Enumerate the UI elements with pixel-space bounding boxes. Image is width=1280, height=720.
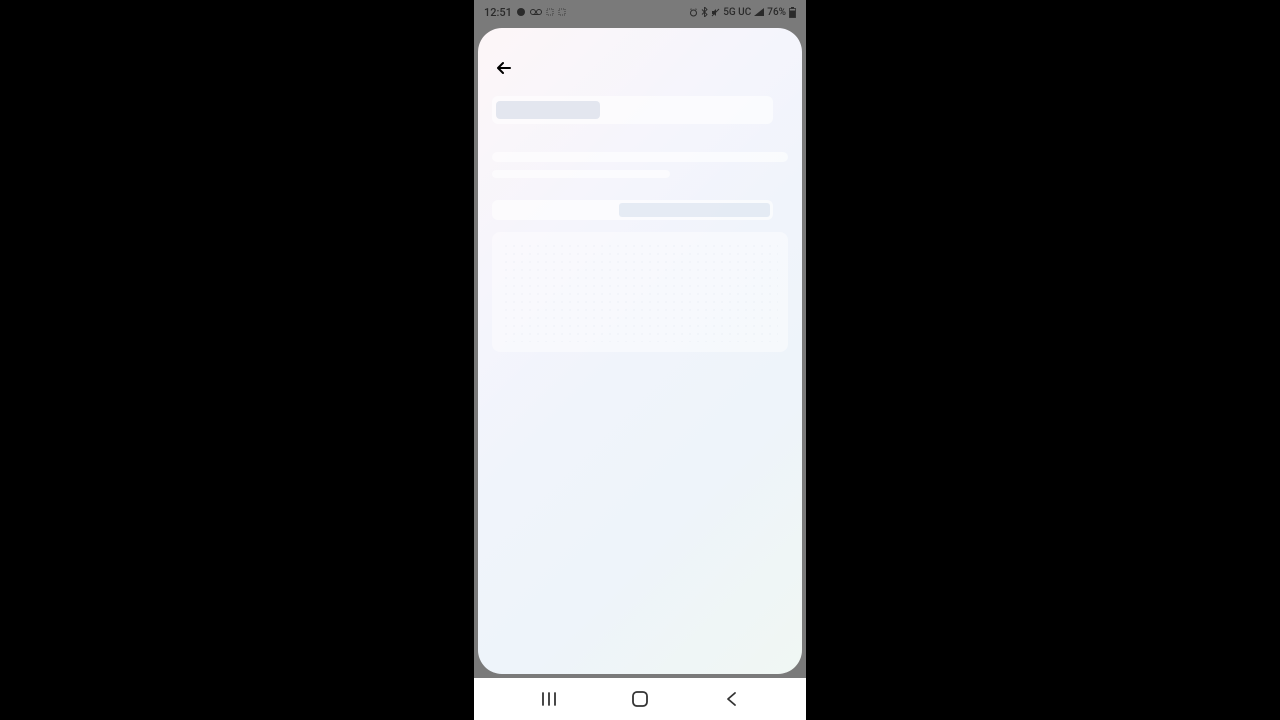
back-button[interactable] [492, 56, 516, 80]
skeleton-header-row [492, 96, 773, 124]
home-button[interactable] [610, 684, 670, 714]
phone-frame: 12:51 5G UC [474, 0, 806, 720]
status-right: 5G UC 76% [689, 7, 796, 18]
voicemail-icon [530, 8, 542, 16]
app-card [478, 28, 802, 674]
bluetooth-icon [701, 7, 708, 17]
mute-icon [711, 8, 720, 17]
app-screen [474, 24, 806, 678]
back-arrow-icon [494, 58, 514, 78]
battery-percent: 76% [767, 7, 786, 18]
skeleton-header-segment [496, 101, 600, 119]
loading-content [478, 88, 802, 360]
signal-icon [754, 8, 764, 16]
app-notification-icon-1 [546, 8, 554, 16]
app-header [478, 28, 802, 88]
clock-time: 12:51 [484, 6, 512, 19]
navigation-bar [474, 678, 806, 720]
app-notification-icon-2 [558, 8, 566, 16]
status-left: 12:51 [484, 6, 566, 19]
status-bar: 12:51 5G UC [474, 0, 806, 24]
skeleton-line-2 [492, 170, 670, 178]
home-icon [631, 690, 649, 708]
network-type: 5G UC [723, 7, 751, 18]
skeleton-button-row [492, 200, 773, 220]
recents-button[interactable] [519, 684, 579, 714]
skeleton-line-1 [492, 152, 788, 162]
alarm-icon [689, 8, 698, 17]
notification-icon [516, 7, 526, 17]
nav-back-button[interactable] [701, 684, 761, 714]
nav-back-icon [724, 690, 738, 708]
battery-icon [789, 7, 796, 18]
recents-icon [540, 691, 558, 707]
skeleton-button-segment [619, 203, 770, 217]
skeleton-content-block [492, 232, 788, 352]
